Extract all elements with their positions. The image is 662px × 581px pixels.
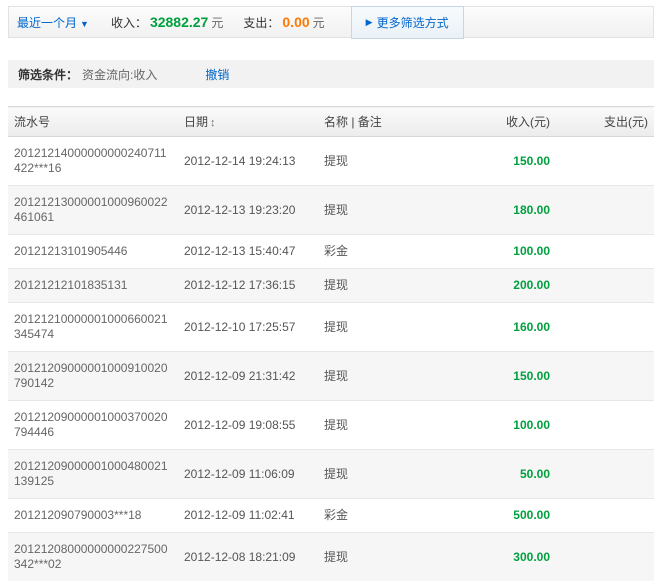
cell-expense (556, 302, 654, 352)
cell-income: 180.00 (426, 185, 556, 235)
cell-date: 2012-12-09 11:06:09 (178, 449, 318, 499)
cell-serial: 20121212101835131 (8, 268, 178, 303)
filter-condition-value: 资金流向:收入 (82, 67, 158, 82)
expense-value: 0.00 (282, 13, 310, 30)
cell-name: 彩金 (318, 234, 426, 269)
cell-income: 150.00 (426, 351, 556, 401)
cell-expense (556, 351, 654, 401)
period-label: 最近一个月 (17, 15, 78, 30)
cell-name: 提现 (318, 302, 426, 352)
cell-serial: 20121210000001000660021345474 (8, 302, 178, 352)
cell-serial: 20121213000001000960022461061 (8, 185, 178, 235)
cell-name: 提现 (318, 268, 426, 303)
cell-serial: 20121214000000000240711422***16 (8, 136, 178, 186)
cell-name: 提现 (318, 532, 426, 581)
header-date-sortable[interactable]: 日期 ↕ (178, 106, 318, 137)
table-row: 20121209000001000480021139125 2012-12-09 … (8, 449, 654, 499)
cell-serial: 20121209000001000370020794446 (8, 400, 178, 450)
cell-name: 提现 (318, 449, 426, 499)
cell-serial: 20121213101905446 (8, 234, 178, 269)
header-income: 收入(元) (426, 106, 556, 137)
table-row: 20121213101905446 2012-12-13 15:40:47 彩金 10… (8, 234, 654, 269)
cell-expense (556, 136, 654, 186)
cell-date: 2012-12-10 17:25:57 (178, 302, 318, 352)
table-row: 20121213000001000960022461061 2012-12-13 … (8, 185, 654, 235)
filter-condition-label: 筛选条件： (18, 67, 79, 82)
cell-date: 2012-12-08 18:21:09 (178, 532, 318, 581)
cell-name: 提现 (318, 185, 426, 235)
more-filters-label: 更多筛选方式 (376, 15, 449, 30)
cell-name: 提现 (318, 351, 426, 401)
cell-name: 彩金 (318, 498, 426, 533)
cell-expense (556, 498, 654, 533)
expense-unit: 元 (312, 15, 325, 30)
cell-serial: 20121209000001000480021139125 (8, 449, 178, 499)
filter-toolbar: 最近一个月 ▼ 收入： 32882.27 元 支出： 0.00 元 ▶ 更多筛选方式 (8, 5, 654, 39)
cell-income: 50.00 (426, 449, 556, 499)
income-value: 32882.27 (149, 13, 209, 30)
cell-income: 160.00 (426, 302, 556, 352)
header-name-remark: 名称 | 备注 (318, 106, 426, 137)
transactions-page: 最近一个月 ▼ 收入： 32882.27 元 支出： 0.00 元 ▶ 更多筛选方式 筛选… (0, 0, 662, 581)
table-header-row: 流水号 日期 ↕ 名称 | 备注 收入(元) 支出(元) (8, 106, 654, 137)
cell-expense (556, 185, 654, 235)
cell-expense (556, 400, 654, 450)
cell-serial: 20121208000000000227500342***02 (8, 532, 178, 581)
cell-serial: 20121209000001000910020790142 (8, 351, 178, 401)
header-date-label: 日期 (184, 115, 209, 129)
cell-name: 提现 (318, 136, 426, 186)
undo-filter-link[interactable]: 撤销 (205, 66, 229, 83)
expense-label: 支出： (243, 15, 280, 30)
cell-date: 2012-12-14 19:24:13 (178, 136, 318, 186)
table-row: 20121208000000000227500342***02 2012-12-0… (8, 532, 654, 581)
income-unit: 元 (211, 15, 224, 30)
sort-icon: ↕ (210, 117, 216, 129)
cell-income: 200.00 (426, 268, 556, 303)
cell-date: 2012-12-13 19:23:20 (178, 185, 318, 235)
cell-expense (556, 268, 654, 303)
period-dropdown[interactable]: 最近一个月 ▼ (17, 14, 89, 31)
header-serial: 流水号 (8, 106, 178, 137)
cell-serial: 201212090790003***18 (8, 498, 178, 533)
table-row: 201212090790003***18 2012-12-09 11:02:41 彩… (8, 498, 654, 533)
income-summary: 收入： 32882.27 元 (111, 14, 223, 31)
cell-income: 150.00 (426, 136, 556, 186)
filter-condition-bar: 筛选条件： 资金流向:收入 撤销 (8, 60, 654, 88)
cell-income: 300.00 (426, 532, 556, 581)
table-row: 20121209000001000910020790142 2012-12-09 … (8, 351, 654, 401)
table-row: 20121210000001000660021345474 2012-12-10 … (8, 302, 654, 352)
income-label: 收入： (110, 15, 147, 30)
table-row: 20121212101835131 2012-12-12 17:36:15 提现 20… (8, 268, 654, 303)
transactions-table: 流水号 日期 ↕ 名称 | 备注 收入(元) 支出(元) 201212140000… (8, 106, 654, 581)
more-filters-button[interactable]: ▶ 更多筛选方式 (350, 5, 464, 39)
cell-expense (556, 449, 654, 499)
cell-expense (556, 234, 654, 269)
cell-date: 2012-12-09 21:31:42 (178, 351, 318, 401)
cell-income: 500.00 (426, 498, 556, 533)
cell-date: 2012-12-13 15:40:47 (178, 234, 318, 269)
table-row: 20121214000000000240711422***16 2012-12-1… (8, 136, 654, 186)
arrow-right-icon: ▶ (365, 16, 373, 27)
cell-expense (556, 532, 654, 581)
cell-date: 2012-12-12 17:36:15 (178, 268, 318, 303)
cell-income: 100.00 (426, 400, 556, 450)
cell-date: 2012-12-09 11:02:41 (178, 498, 318, 533)
table-row: 20121209000001000370020794446 2012-12-09 … (8, 400, 654, 450)
expense-summary: 支出： 0.00 元 (243, 14, 324, 31)
cell-date: 2012-12-09 19:08:55 (178, 400, 318, 450)
chevron-down-icon: ▼ (80, 18, 89, 29)
cell-name: 提现 (318, 400, 426, 450)
table-body: 20121214000000000240711422***16 2012-12-1… (8, 136, 654, 581)
cell-income: 100.00 (426, 234, 556, 269)
header-expense: 支出(元) (556, 106, 654, 137)
